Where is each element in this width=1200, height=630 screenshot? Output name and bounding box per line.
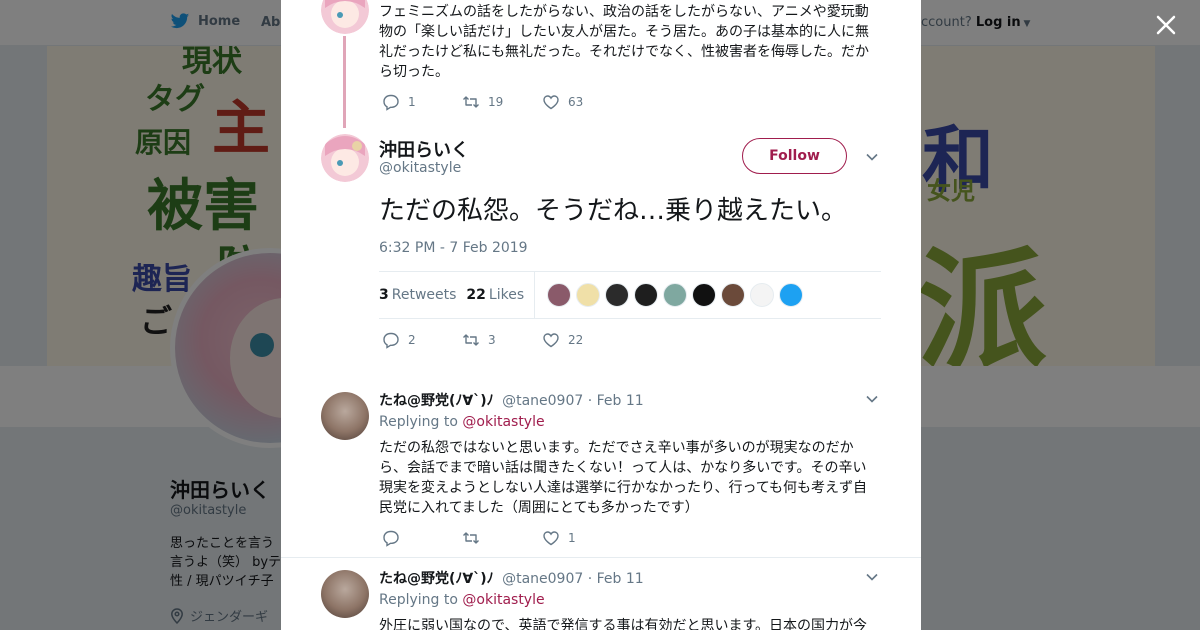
chevron-down-icon[interactable] bbox=[865, 150, 879, 164]
retweet-button[interactable]: 19 bbox=[462, 93, 542, 111]
main-tweet-author-handle[interactable]: @okitastyle bbox=[379, 160, 461, 176]
liker-avatar[interactable] bbox=[779, 283, 804, 307]
reply-button[interactable]: 1 bbox=[382, 93, 462, 111]
replying-to: Replying to @okitastyle bbox=[379, 592, 545, 608]
retweet-count: 19 bbox=[488, 95, 504, 109]
liker-avatar[interactable] bbox=[663, 283, 688, 307]
liker-avatar[interactable] bbox=[750, 283, 775, 307]
reply-avatar[interactable] bbox=[321, 570, 369, 618]
tweet-permalink-modal: フェミニズムの話をしたがらない、政治の話をしたがらない、アニメや愛玩動物の「楽し… bbox=[281, 0, 921, 630]
liker-avatar[interactable] bbox=[605, 283, 630, 307]
retweets-stat[interactable]: 3 Retweets bbox=[379, 287, 456, 303]
main-tweet-actions: 2 3 22 bbox=[382, 331, 622, 349]
reply-count: 1 bbox=[408, 95, 416, 109]
main-tweet-avatar[interactable] bbox=[321, 134, 369, 182]
reply-author-handle[interactable]: @tane0907 bbox=[502, 393, 583, 409]
like-button[interactable]: 1 bbox=[542, 529, 622, 547]
retweet-button[interactable] bbox=[462, 529, 542, 547]
close-icon[interactable] bbox=[1153, 12, 1179, 38]
parent-tweet-avatar[interactable] bbox=[321, 0, 369, 34]
reply-date[interactable]: · Feb 11 bbox=[588, 393, 644, 409]
replying-to-label: Replying to bbox=[379, 592, 458, 608]
stats-divider bbox=[534, 272, 536, 318]
like-button[interactable]: 63 bbox=[542, 93, 622, 111]
retweet-icon bbox=[463, 96, 479, 108]
reply-icon bbox=[383, 332, 399, 349]
replying-to-mention[interactable]: @okitastyle bbox=[462, 592, 544, 608]
likes-stat-count: 22 bbox=[466, 287, 486, 303]
retweet-icon bbox=[463, 532, 479, 544]
reply-count: 2 bbox=[408, 333, 416, 347]
reply-author-name[interactable]: たね@野党(ﾉ∀`)ﾉ bbox=[379, 571, 494, 587]
liker-avatar[interactable] bbox=[721, 283, 746, 307]
like-count: 63 bbox=[568, 95, 584, 109]
reply-button[interactable] bbox=[382, 529, 462, 547]
follow-button[interactable]: Follow bbox=[742, 138, 847, 174]
like-count: 1 bbox=[568, 531, 576, 545]
liker-avatar[interactable] bbox=[547, 283, 572, 307]
chevron-down-icon[interactable] bbox=[865, 570, 879, 584]
replying-to-mention[interactable]: @okitastyle bbox=[462, 414, 544, 430]
heart-icon bbox=[543, 95, 559, 110]
likes-stat[interactable]: 22 Likes bbox=[466, 287, 524, 303]
reply-header: たね@野党(ﾉ∀`)ﾉ @tane0907 · Feb 11 bbox=[379, 390, 644, 410]
heart-icon bbox=[543, 333, 559, 348]
tweet-stats: 3 Retweets 22 Likes bbox=[379, 271, 881, 319]
retweet-icon bbox=[463, 334, 479, 346]
reply-text: ただの私怨ではないと思います。ただでさえ辛い事が多いのが現実なのだから、会話でま… bbox=[379, 440, 868, 516]
parent-tweet-text: フェミニズムの話をしたがらない、政治の話をしたがらない、アニメや愛玩動物の「楽し… bbox=[379, 4, 869, 80]
like-button[interactable]: 22 bbox=[542, 331, 622, 349]
likes-stat-label: Likes bbox=[488, 287, 525, 303]
reply-text: 外圧に弱い国なので、英語で発信する事は有効だと思います。日本の国力が今 bbox=[379, 618, 868, 630]
heart-icon bbox=[543, 531, 559, 546]
chevron-down-icon[interactable] bbox=[865, 392, 879, 406]
replying-to: Replying to @okitastyle bbox=[379, 414, 545, 430]
main-tweet-timestamp[interactable]: 6:32 PM - 7 Feb 2019 bbox=[379, 240, 528, 256]
like-count: 22 bbox=[568, 333, 584, 347]
reply-author-handle[interactable]: @tane0907 bbox=[502, 571, 583, 587]
parent-tweet-actions: 1 19 63 bbox=[382, 93, 622, 111]
liker-avatar[interactable] bbox=[692, 283, 717, 307]
reply-avatar[interactable] bbox=[321, 392, 369, 440]
reply-icon bbox=[383, 530, 399, 547]
reply-actions: 1 bbox=[382, 529, 622, 547]
reply-author-name[interactable]: たね@野党(ﾉ∀`)ﾉ bbox=[379, 393, 494, 409]
liker-avatars bbox=[547, 283, 804, 307]
retweets-stat-count: 3 bbox=[379, 287, 389, 303]
reply-divider bbox=[281, 557, 921, 558]
retweets-stat-label: Retweets bbox=[391, 287, 457, 303]
reply-button[interactable]: 2 bbox=[382, 331, 462, 349]
main-tweet-text: ただの私怨。そうだね…乗り越えたい。 bbox=[379, 196, 848, 226]
reply-icon bbox=[383, 94, 399, 111]
liker-avatar[interactable] bbox=[576, 283, 601, 307]
reply-header: たね@野党(ﾉ∀`)ﾉ @tane0907 · Feb 11 bbox=[379, 568, 644, 588]
main-tweet-author-name[interactable]: 沖田らいく bbox=[379, 136, 469, 162]
retweet-count: 3 bbox=[488, 333, 496, 347]
liker-avatar[interactable] bbox=[634, 283, 659, 307]
retweet-button[interactable]: 3 bbox=[462, 331, 542, 349]
replying-to-label: Replying to bbox=[379, 414, 458, 430]
thread-connector-line bbox=[343, 36, 346, 128]
reply-date[interactable]: · Feb 11 bbox=[588, 571, 644, 587]
